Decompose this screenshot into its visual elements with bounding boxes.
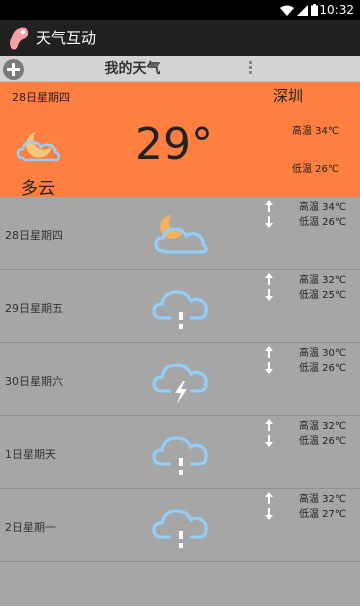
partly-cloudy-night-icon xyxy=(16,132,61,162)
forecast-high: 高温 30℃ xyxy=(299,348,347,359)
forecast-list: 28日星期四 高温 34℃ 低温 26℃ 29日星期五 高温 32℃ 低温 25… xyxy=(0,197,360,562)
signal-icon xyxy=(297,4,308,16)
forecast-row[interactable]: 2日星期一 高温 32℃ 低温 27℃ xyxy=(0,489,360,562)
rain-cloud-icon xyxy=(152,436,208,475)
forecast-high: 高温 32℃ xyxy=(299,421,347,432)
forecast-row[interactable]: 29日星期五 高温 32℃ 低温 25℃ xyxy=(0,270,360,343)
forecast-date: 2日星期一 xyxy=(5,521,56,534)
forecast-row[interactable]: 30日星期六 高温 30℃ 低温 26℃ xyxy=(0,343,360,416)
today-date: 28日星期四 xyxy=(12,91,70,104)
arrow-down-icon xyxy=(265,435,273,447)
today-low: 低温 26℃ xyxy=(292,164,340,175)
thunder-cloud-icon xyxy=(152,363,208,404)
arrow-down-icon xyxy=(265,289,273,301)
arrow-up-icon xyxy=(265,346,273,358)
forecast-date: 30日星期六 xyxy=(5,375,63,388)
arrow-down-icon xyxy=(265,508,273,520)
overflow-menu-icon[interactable] xyxy=(247,61,253,77)
arrow-up-icon xyxy=(265,492,273,504)
forecast-date: 29日星期五 xyxy=(5,302,63,315)
today-high: 高温 34℃ xyxy=(292,126,340,137)
rain-cloud-icon xyxy=(152,290,208,329)
forecast-date: 28日星期四 xyxy=(5,229,63,242)
arrow-up-icon xyxy=(265,419,273,431)
forecast-low: 低温 26℃ xyxy=(299,436,347,447)
forecast-high: 高温 32℃ xyxy=(299,275,347,286)
forecast-row[interactable]: 1日星期天 高温 32℃ 低温 26℃ xyxy=(0,416,360,489)
forecast-high: 高温 32℃ xyxy=(299,494,347,505)
today-temperature: 29° xyxy=(135,119,213,170)
action-bar: 天气互动 xyxy=(0,20,360,56)
forecast-low: 低温 25℃ xyxy=(299,290,347,301)
status-icons xyxy=(280,4,318,16)
status-bar: 10:32 xyxy=(0,0,360,20)
battery-icon xyxy=(311,4,318,16)
wifi-icon xyxy=(280,5,294,16)
today-card[interactable]: 28日星期四 深圳 多云 29° 高温 34℃ 低温 26℃ xyxy=(0,82,360,199)
app-title: 天气互动 xyxy=(36,29,97,47)
toolbar: 我的天气 xyxy=(0,56,360,82)
forecast-high: 高温 34℃ xyxy=(299,202,347,213)
arrow-down-icon xyxy=(265,362,273,374)
arrow-down-icon xyxy=(265,216,273,228)
toolbar-title: 我的天气 xyxy=(104,61,161,77)
forecast-low: 低温 27℃ xyxy=(299,509,347,520)
rain-cloud-icon xyxy=(152,509,208,548)
forecast-low: 低温 26℃ xyxy=(299,217,347,228)
forecast-date: 1日星期天 xyxy=(5,448,56,461)
forecast-row[interactable]: 28日星期四 高温 34℃ 低温 26℃ xyxy=(0,197,360,270)
today-condition: 多云 xyxy=(21,179,55,199)
forecast-low: 低温 26℃ xyxy=(299,363,347,374)
status-time: 10:32 xyxy=(319,3,354,17)
arrow-up-icon xyxy=(265,200,273,212)
arrow-up-icon xyxy=(265,273,273,285)
app-logo-icon xyxy=(10,27,29,50)
partly-cloudy-night-icon xyxy=(154,215,208,254)
city-name: 深圳 xyxy=(273,87,304,105)
